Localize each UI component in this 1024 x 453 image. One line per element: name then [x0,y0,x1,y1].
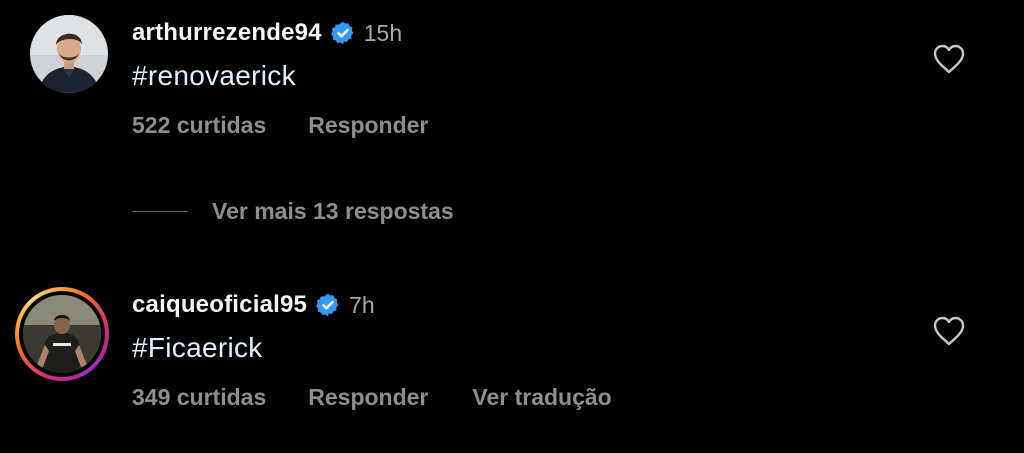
timestamp: 15h [363,19,403,46]
comment-header: caiqueoficial95 7h [132,289,375,321]
reply-button[interactable]: Responder [308,112,428,139]
heart-outline-icon[interactable] [932,44,966,74]
username[interactable]: caiqueoficial95 [132,291,307,319]
likes-count[interactable]: 522 curtidas [132,112,266,139]
username[interactable]: arthurrezende94 [132,19,322,47]
view-more-replies-label: Ver mais 13 respostas [212,198,454,224]
verified-badge-icon [330,20,356,46]
comment-header: arthurrezende94 15h [132,17,402,49]
replies-divider [132,211,188,212]
timestamp: 7h [349,291,375,318]
reply-button[interactable]: Responder [308,384,428,411]
heart-outline-icon[interactable] [932,316,966,346]
story-ring[interactable] [15,287,109,381]
avatar[interactable] [30,15,108,93]
avatar[interactable] [23,295,101,373]
verified-badge-icon [315,292,341,318]
likes-count[interactable]: 349 curtidas [132,384,266,411]
comment-text: #renovaerick [132,60,296,91]
comment-text: #Ficaerick [132,332,263,363]
comment-actions: 349 curtidas Responder Ver tradução [132,384,612,411]
view-more-replies-button[interactable]: Ver mais 13 respostas [132,198,454,225]
comment-actions: 522 curtidas Responder [132,112,428,139]
translate-button[interactable]: Ver tradução [472,384,611,411]
